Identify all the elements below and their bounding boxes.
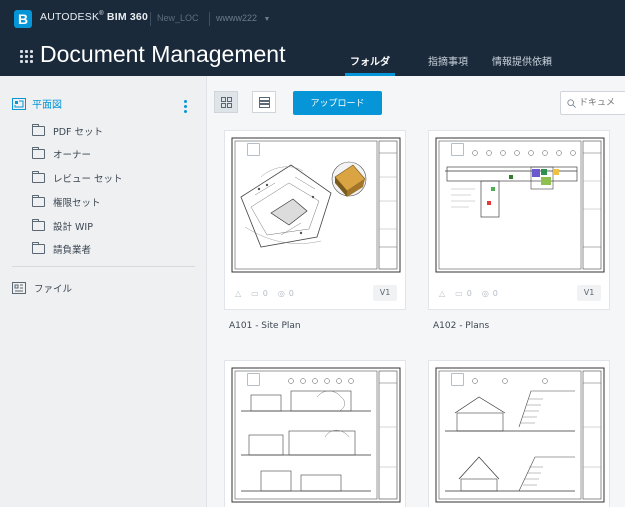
version-badge[interactable]: V1 <box>577 285 601 301</box>
list-view-icon <box>258 96 270 108</box>
sidebar-item-label: レビュー セット <box>53 174 123 185</box>
tab-folders[interactable]: フォルダ <box>350 53 390 68</box>
header-divider <box>209 12 210 26</box>
folder-sidebar: 平面図 PDF セット オーナー レビュー セット 権限セット 設計 WIP 請… <box>0 76 207 507</box>
brand-prefix: AUTODESK <box>40 11 100 23</box>
document-name[interactable]: A101 - Site Plan <box>229 321 301 331</box>
sheet-thumbnail[interactable] <box>231 137 401 273</box>
issue-count: 0 <box>262 289 268 298</box>
app-switcher-icon[interactable] <box>20 50 34 64</box>
comment-count: 0 <box>492 289 498 298</box>
folder-icon <box>32 124 45 136</box>
sheet-thumbnail[interactable] <box>435 137 605 273</box>
sidebar-item-label: オーナー <box>53 150 92 161</box>
document-card-a101[interactable]: △ ▭ 0 ◎ 0 V1 <box>224 130 406 310</box>
sidebar-item-files[interactable]: ファイル <box>12 281 72 295</box>
chevron-down-icon: ▼ <box>263 16 271 23</box>
project-selector[interactable]: wwww222 ▼ <box>216 13 270 23</box>
sidebar-item-review-set[interactable]: レビュー セット <box>32 171 123 185</box>
folder-icon <box>32 195 45 207</box>
sidebar-item-owner[interactable]: オーナー <box>32 147 91 161</box>
check-circle-icon: ◎ <box>481 289 489 298</box>
version-badge[interactable]: V1 <box>373 285 397 301</box>
site-plan-drawing <box>231 137 401 273</box>
upload-button[interactable]: アップロード <box>293 91 382 115</box>
sidebar-item-label: 設計 WIP <box>53 222 93 233</box>
comment-count: 0 <box>288 289 294 298</box>
sidebar-divider <box>12 266 195 267</box>
bim360-logo-icon[interactable]: B <box>14 10 32 28</box>
sidebar-item-label: ファイル <box>34 284 73 295</box>
sidebar-item-design-wip[interactable]: 設計 WIP <box>32 219 93 233</box>
files-icon <box>12 282 26 294</box>
sidebar-item-permission-set[interactable]: 権限セット <box>32 195 101 209</box>
warning-icon: △ <box>235 289 242 298</box>
comment-icon: ▭ <box>455 289 463 298</box>
grid-view-button[interactable] <box>214 91 238 113</box>
warning-icon: △ <box>439 289 446 298</box>
check-circle-icon: ◎ <box>277 289 285 298</box>
content-toolbar: アップロード <box>208 76 625 128</box>
app-root: B AUTODESK® BIM 360 New_LOC wwww222 ▼ Do… <box>0 0 625 507</box>
document-name[interactable]: A102 - Plans <box>433 321 489 331</box>
sidebar-item-label: PDF セット <box>53 127 104 138</box>
sidebar-item-label: 権限セット <box>53 198 101 209</box>
sidebar-item-label: 平面図 <box>32 100 62 111</box>
tab-rfis[interactable]: 情報提供依頼 <box>492 53 552 68</box>
search-input[interactable] <box>579 98 625 108</box>
folder-icon <box>32 219 45 231</box>
document-card-a102[interactable]: △ ▭ 0 ◎ 0 V1 <box>428 130 610 310</box>
project-selector-label: wwww222 <box>216 13 258 23</box>
document-card-3[interactable] <box>224 360 406 507</box>
folder-icon <box>32 171 45 183</box>
issue-count: 0 <box>466 289 472 298</box>
folder-icon <box>32 242 45 254</box>
search-icon <box>567 98 576 108</box>
sidebar-item-pdf-set[interactable]: PDF セット <box>32 124 103 138</box>
floor-plan-drawing <box>435 137 605 273</box>
select-checkbox[interactable] <box>247 373 260 386</box>
more-options-icon[interactable] <box>184 100 187 115</box>
select-checkbox[interactable] <box>451 143 464 156</box>
project-name[interactable]: New_LOC <box>157 13 199 23</box>
header-divider <box>150 12 151 26</box>
folder-icon <box>32 147 45 159</box>
section-drawing <box>435 367 605 503</box>
select-checkbox[interactable] <box>451 373 464 386</box>
sidebar-item-label: 請負業者 <box>53 245 92 256</box>
search-field[interactable] <box>560 91 625 115</box>
document-card-4[interactable] <box>428 360 610 507</box>
card-meta: △ ▭ 0 ◎ 0 <box>439 289 498 298</box>
top-bar: B AUTODESK® BIM 360 New_LOC wwww222 ▼ <box>0 0 625 36</box>
sheet-thumbnail[interactable] <box>231 367 401 503</box>
elevation-drawing <box>231 367 401 503</box>
grid-view-icon <box>220 96 232 108</box>
select-checkbox[interactable] <box>247 143 260 156</box>
tab-issues[interactable]: 指摘事項 <box>428 53 468 68</box>
card-meta: △ ▭ 0 ◎ 0 <box>235 289 294 298</box>
sheet-thumbnail[interactable] <box>435 367 605 503</box>
comment-icon: ▭ <box>251 289 259 298</box>
sidebar-item-plans[interactable]: 平面図 <box>12 96 62 111</box>
brand-name: AUTODESK® BIM 360 <box>40 11 149 23</box>
page-title: Document Management <box>40 41 286 67</box>
module-bar: Document Management フォルダ 指摘事項 情報提供依頼 <box>0 36 625 76</box>
brand-product: BIM 360 <box>106 11 149 23</box>
plans-folder-icon <box>12 97 26 110</box>
list-view-button[interactable] <box>252 91 276 113</box>
sidebar-item-contractor[interactable]: 請負業者 <box>32 242 91 256</box>
